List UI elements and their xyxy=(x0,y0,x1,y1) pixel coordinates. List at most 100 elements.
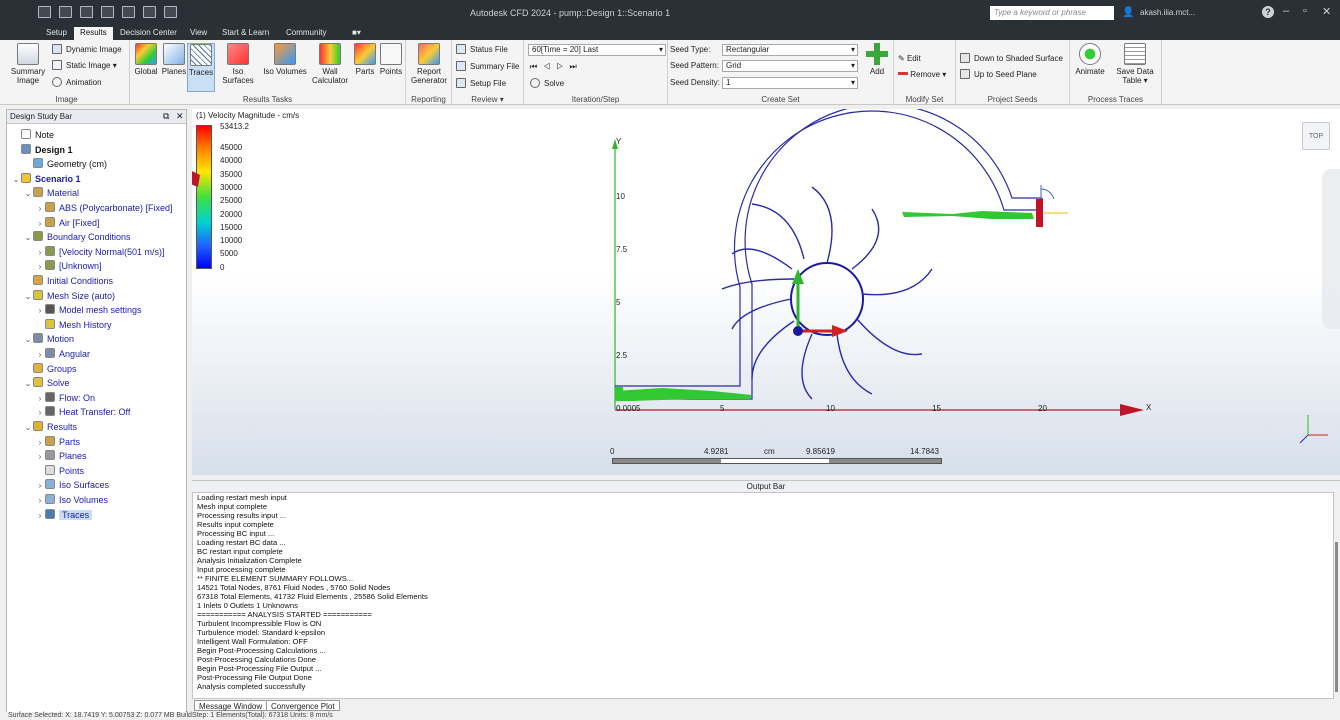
expand-arrow-icon[interactable]: ⌄ xyxy=(11,173,21,187)
expand-arrow-icon[interactable]: › xyxy=(35,479,45,493)
global-button[interactable]: Global xyxy=(132,43,160,76)
tree-item[interactable]: › [Velocity Normal(501 m/s)] xyxy=(35,245,165,259)
planes-button[interactable]: Planes xyxy=(160,43,188,76)
minimize-icon[interactable]: – xyxy=(1283,5,1289,17)
maximize-icon[interactable]: ▫ xyxy=(1303,5,1307,17)
expand-arrow-icon[interactable]: ⌄ xyxy=(23,290,33,304)
tree-item[interactable]: Note xyxy=(11,128,54,142)
tab-results[interactable]: Results xyxy=(74,27,113,40)
expand-arrow-icon[interactable]: › xyxy=(35,436,45,450)
tree-item[interactable]: ⌄ Boundary Conditions xyxy=(23,230,131,244)
tree-item[interactable]: › Parts xyxy=(35,435,80,449)
tab-start-learn[interactable]: Start & Learn xyxy=(216,27,275,40)
tab-setup[interactable]: Setup xyxy=(40,27,73,40)
prev-step-icon[interactable]: ◁ xyxy=(543,62,556,71)
tree-item[interactable]: › Traces xyxy=(35,508,93,523)
summary-image-button[interactable]: Summary Image xyxy=(6,43,50,85)
tab-decision-center[interactable]: Decision Center xyxy=(114,27,183,40)
animate-button[interactable]: Animate xyxy=(1072,43,1108,76)
expand-arrow-icon[interactable]: ⌄ xyxy=(23,377,33,391)
tab-view[interactable]: View xyxy=(184,27,213,40)
traces-button[interactable]: Traces xyxy=(187,43,215,92)
tree-item[interactable]: Points xyxy=(35,464,84,478)
expand-arrow-icon[interactable]: › xyxy=(35,260,45,274)
review-label[interactable]: Review ▾ xyxy=(452,95,523,104)
remove-button[interactable]: Remove ▾ xyxy=(898,68,946,81)
up-to-seed-plane-button[interactable]: Up to Seed Plane xyxy=(960,68,1037,81)
setup-file-button[interactable]: Setup File xyxy=(456,77,506,90)
expand-arrow-icon[interactable]: ⌄ xyxy=(23,231,33,245)
tree-item[interactable]: › Iso Volumes xyxy=(35,493,108,507)
expand-arrow-icon[interactable]: › xyxy=(35,494,45,508)
summary-file-button[interactable]: Summary File xyxy=(456,60,519,73)
down-to-shaded-surface-button[interactable]: Down to Shaded Surface xyxy=(960,52,1063,65)
tree-item[interactable]: ⌄ Solve xyxy=(23,376,70,390)
tree-item[interactable]: Groups xyxy=(23,362,77,376)
expand-arrow-icon[interactable]: › xyxy=(35,392,45,406)
tab-overflow-icon[interactable]: ■▾ xyxy=(346,27,367,40)
tree-item[interactable]: › Model mesh settings xyxy=(35,303,142,317)
expand-arrow-icon[interactable]: ⌄ xyxy=(23,187,33,201)
parts-button[interactable]: Parts xyxy=(352,43,378,76)
seed-pattern-select[interactable]: Grid xyxy=(722,60,858,72)
tree-item[interactable]: › Heat Transfer: Off xyxy=(35,405,130,419)
graphics-viewport[interactable]: (1) Velocity Magnitude - cm/s 53413.2 450… xyxy=(192,109,1340,475)
solve-button[interactable]: Solve xyxy=(530,77,564,90)
expand-arrow-icon[interactable]: › xyxy=(35,217,45,231)
expand-arrow-icon[interactable]: › xyxy=(35,304,45,318)
save-icon[interactable] xyxy=(101,6,114,18)
save-data-table-button[interactable]: Save Data Table ▾ xyxy=(1110,43,1160,85)
open-file-icon[interactable] xyxy=(80,6,93,18)
status-file-button[interactable]: Status File xyxy=(456,43,508,56)
tree-item[interactable]: › Angular xyxy=(35,347,90,361)
pin-icon[interactable]: ⧉ xyxy=(163,111,169,122)
tree-item[interactable]: ⌄ Results xyxy=(23,420,77,434)
viewcube[interactable]: TOP xyxy=(1302,122,1330,150)
tab-message-window[interactable]: Message Window xyxy=(194,700,268,711)
customize-icon[interactable] xyxy=(164,6,177,18)
search-input[interactable]: Type a keyword or phrase xyxy=(990,6,1114,20)
add-button[interactable]: Add xyxy=(864,43,890,76)
tab-community[interactable]: Community xyxy=(280,27,332,40)
tree-item[interactable]: › [Unknown] xyxy=(35,259,102,273)
expand-arrow-icon[interactable]: › xyxy=(35,348,45,362)
navigation-bar[interactable] xyxy=(1322,169,1340,329)
points-button[interactable]: Points xyxy=(378,43,404,76)
expand-arrow-icon[interactable]: › xyxy=(35,450,45,464)
expand-arrow-icon[interactable]: › xyxy=(35,406,45,420)
output-scrollbar[interactable] xyxy=(1334,492,1340,699)
animation-button[interactable]: Animation xyxy=(52,76,102,89)
tree-item[interactable]: ⌄ Mesh Size (auto) xyxy=(23,289,115,303)
tree-item[interactable]: › Flow: On xyxy=(35,391,95,405)
tree-item[interactable]: › ABS (Polycarbonate) [Fixed] xyxy=(35,201,173,215)
new-file-icon[interactable] xyxy=(59,6,72,18)
undo-icon[interactable] xyxy=(122,6,135,18)
iteration-select[interactable]: 60[Time = 20] Last xyxy=(528,44,666,56)
tree-item[interactable]: › Iso Surfaces xyxy=(35,478,109,492)
redo-icon[interactable] xyxy=(143,6,156,18)
expand-arrow-icon[interactable]: › xyxy=(35,246,45,260)
iso-surfaces-button[interactable]: Iso Surfaces xyxy=(216,43,260,85)
tree-item[interactable]: Initial Conditions xyxy=(23,274,113,288)
expand-arrow-icon[interactable]: ⌄ xyxy=(23,421,33,435)
expand-arrow-icon[interactable]: › xyxy=(35,509,45,523)
panel-close-icon[interactable]: ✕ xyxy=(176,111,184,122)
first-step-icon[interactable]: ⏮ xyxy=(530,62,543,71)
help-icon[interactable]: ? xyxy=(1262,6,1274,18)
last-step-icon[interactable]: ⏭ xyxy=(569,62,582,71)
app-menu-icon[interactable] xyxy=(38,6,51,18)
next-step-icon[interactable]: ▷ xyxy=(556,62,569,71)
tree-item[interactable]: › Air [Fixed] xyxy=(35,216,100,230)
report-generator-button[interactable]: Report Generator xyxy=(408,43,450,85)
expand-arrow-icon[interactable]: ⌄ xyxy=(23,333,33,347)
tree-item[interactable]: Mesh History xyxy=(35,318,112,332)
tree-item[interactable]: ⌄ Motion xyxy=(23,332,74,346)
model-drawing[interactable] xyxy=(192,109,1340,475)
wall-calculator-button[interactable]: Wall Calculator xyxy=(310,43,350,85)
static-image-button[interactable]: Static Image ▾ xyxy=(52,59,117,72)
tree-item[interactable]: › Planes xyxy=(35,449,87,463)
tree-item[interactable]: Design 1 xyxy=(11,143,73,157)
tree-item[interactable]: Geometry (cm) xyxy=(23,157,107,171)
user-name[interactable]: akash.iiia.mct... xyxy=(1140,8,1195,17)
seed-density-input[interactable]: 1 xyxy=(722,77,858,89)
